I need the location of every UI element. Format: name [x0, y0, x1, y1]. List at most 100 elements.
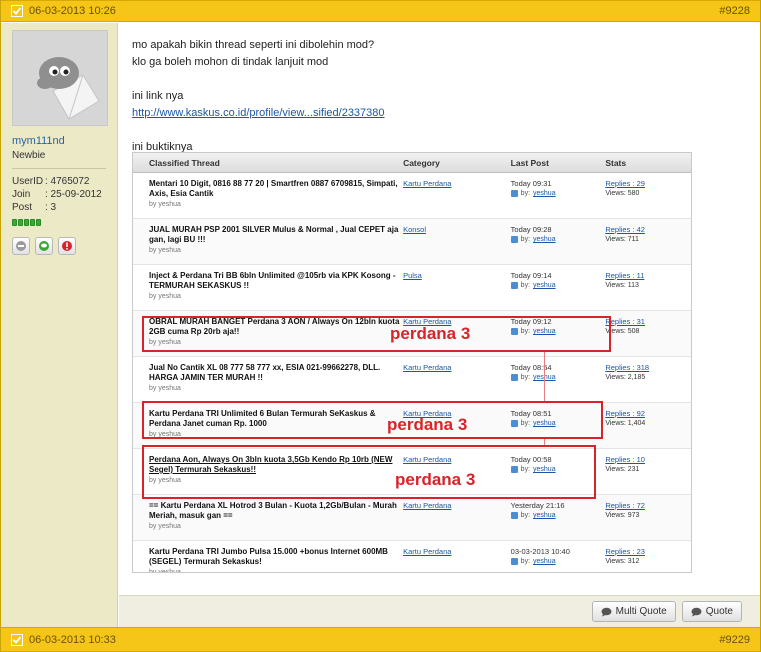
default-avatar-icon: [13, 31, 107, 125]
username-link[interactable]: mym111nd: [12, 135, 106, 147]
category-link: Kartu Perdana: [403, 501, 452, 510]
post-header: 06-03-2013 10:26 #9228: [1, 0, 760, 22]
rep-pip: [24, 219, 29, 226]
last-post-cell: 03-03-2013 10:40 by: yeshua: [510, 541, 606, 572]
chat-icon: [39, 241, 49, 251]
views-count: Views: 1,404: [605, 420, 646, 427]
views-count: Views: 312: [605, 558, 640, 565]
shot-header-cell: Stats: [605, 157, 627, 168]
category-link: Konsol: [403, 225, 426, 234]
post-number-link[interactable]: #9228: [719, 5, 750, 17]
views-count: Views: 973: [605, 512, 640, 519]
thread-title: == Kartu Perdana XL Hotrod 3 Bulan - Kuo…: [149, 501, 397, 520]
go-to-post-icon: [510, 236, 518, 243]
message-line: ini link nya: [132, 90, 184, 102]
user-rank: Newbie: [12, 150, 46, 161]
highlight-box: [142, 316, 611, 352]
reputation-bar: [12, 219, 106, 226]
thread-title: Kartu Perdana TRI Jumbo Pulsa 15.000 +bo…: [149, 547, 388, 566]
last-post-user: yeshua: [533, 190, 556, 197]
join-value: : 25-09-2012: [45, 189, 102, 200]
go-to-post-icon: [510, 558, 518, 565]
join-row: Join : 25-09-2012: [12, 188, 106, 201]
thread-cell: JUAL MURAH PSP 2001 SILVER Mulus & Norma…: [133, 219, 403, 264]
stats-cell: Replies : 29 Views: 580: [605, 173, 691, 218]
last-post-time: 03-03-2013 10:40: [510, 547, 570, 556]
category-cell: Kartu Perdana: [403, 495, 511, 540]
thread-cell: Jual No Cantik XL 08 777 58 777 xx, ESIA…: [133, 357, 403, 402]
stats-cell: Replies : 72 Views: 973: [605, 495, 691, 540]
speech-bubble-icon: [691, 607, 702, 616]
views-count: Views: 113: [605, 282, 639, 289]
replies-count: Replies : 318: [605, 363, 650, 372]
thread-author: by yeshua: [149, 523, 181, 530]
profile-link[interactable]: http://www.kaskus.co.id/profile/view...s…: [132, 107, 385, 119]
report-icon: [62, 241, 72, 251]
rep-pip: [18, 219, 23, 226]
divider: [12, 168, 106, 169]
replies-count: Replies : 23: [605, 547, 645, 556]
replies-count: Replies : 92: [605, 409, 645, 418]
multi-quote-label: Multi Quote: [615, 606, 667, 617]
post-count-row: Post : 3: [12, 201, 106, 214]
category-link: Kartu Perdana: [403, 363, 452, 372]
replies-count: Replies : 11: [605, 271, 645, 280]
thread-author: by yeshua: [149, 385, 181, 392]
category-cell: Kartu Perdana: [403, 173, 511, 218]
last-post-user: yeshua: [533, 236, 556, 243]
post-label: Post: [12, 202, 33, 213]
message-button[interactable]: [35, 237, 53, 255]
thread-author: by yeshua: [149, 201, 181, 208]
stats-cell: Replies : 11 Views: 113: [605, 265, 691, 310]
post-value: : 3: [45, 202, 57, 213]
forum-post-page: 06-03-2013 10:26 #9228 mym111nd Newbie U…: [0, 0, 761, 652]
post-number-link[interactable]: #9229: [719, 634, 750, 646]
user-sidebar: mym111nd Newbie UserID : 4765072 Join : …: [1, 23, 118, 627]
stats-cell: Replies : 92 Views: 1,404: [605, 403, 691, 448]
thread-author: by yeshua: [149, 293, 181, 300]
shot-table-row: Mentari 10 Digit, 0816 88 77 20 | Smartf…: [133, 173, 691, 219]
last-post-time: Today 08:54: [510, 363, 552, 372]
rep-pip: [36, 219, 41, 226]
next-post-header: 06-03-2013 10:33 #9229: [1, 627, 760, 652]
last-post-time: Today 09:31: [510, 179, 552, 188]
annotation-arrow: [544, 439, 545, 445]
thread-cell: Kartu Perdana TRI Jumbo Pulsa 15.000 +bo…: [133, 541, 403, 572]
shot-table-row: Jual No Cantik XL 08 777 58 777 xx, ESIA…: [133, 357, 691, 403]
annotation-label: perdana 3: [387, 415, 468, 434]
thread-title: JUAL MURAH PSP 2001 SILVER Mulus & Norma…: [149, 225, 399, 244]
views-count: Views: 580: [605, 190, 640, 197]
views-count: Views: 711: [605, 236, 639, 243]
last-post-user: yeshua: [533, 512, 556, 519]
multi-quote-button[interactable]: Multi Quote: [591, 601, 676, 622]
shot-table-row: Inject & Perdana Tri BB 6bln Unlimited @…: [133, 265, 691, 311]
category-cell: Kartu Perdana: [403, 357, 511, 402]
checkbox-icon[interactable]: [11, 5, 23, 17]
last-post-user: yeshua: [533, 558, 556, 565]
replies-count: Replies : 72: [605, 501, 645, 510]
by-label: by:: [520, 374, 531, 381]
stats-cell: Replies : 10 Views: 231: [605, 449, 691, 494]
thread-title: Mentari 10 Digit, 0816 88 77 20 | Smartf…: [149, 179, 398, 198]
profile-button[interactable]: [12, 237, 30, 255]
last-post-user: yeshua: [533, 282, 556, 289]
message-line: mo apakah bikin thread seperti ini dibol…: [132, 39, 375, 51]
speech-bubble-icon: [601, 607, 612, 616]
stats-cell: Replies : 42 Views: 711: [605, 219, 691, 264]
views-count: Views: 231: [605, 466, 640, 473]
report-button[interactable]: [58, 237, 76, 255]
checkbox-icon[interactable]: [11, 633, 23, 646]
annotation-arrow: [544, 352, 545, 401]
rep-pip: [12, 219, 17, 226]
replies-count: Replies : 31: [605, 317, 645, 326]
stats-cell: Replies : 318 Views: 2,185: [605, 357, 691, 402]
by-label: by:: [520, 282, 531, 289]
category-link: Kartu Perdana: [403, 547, 452, 556]
thread-cell: Mentari 10 Digit, 0816 88 77 20 | Smartf…: [133, 173, 403, 218]
userid-value: : 4765072: [45, 176, 90, 187]
thread-author: by yeshua: [149, 247, 181, 254]
replies-count: Replies : 29: [605, 179, 645, 188]
highlight-box: [142, 445, 596, 499]
quote-button[interactable]: Quote: [681, 601, 742, 622]
avatar[interactable]: [12, 30, 108, 126]
